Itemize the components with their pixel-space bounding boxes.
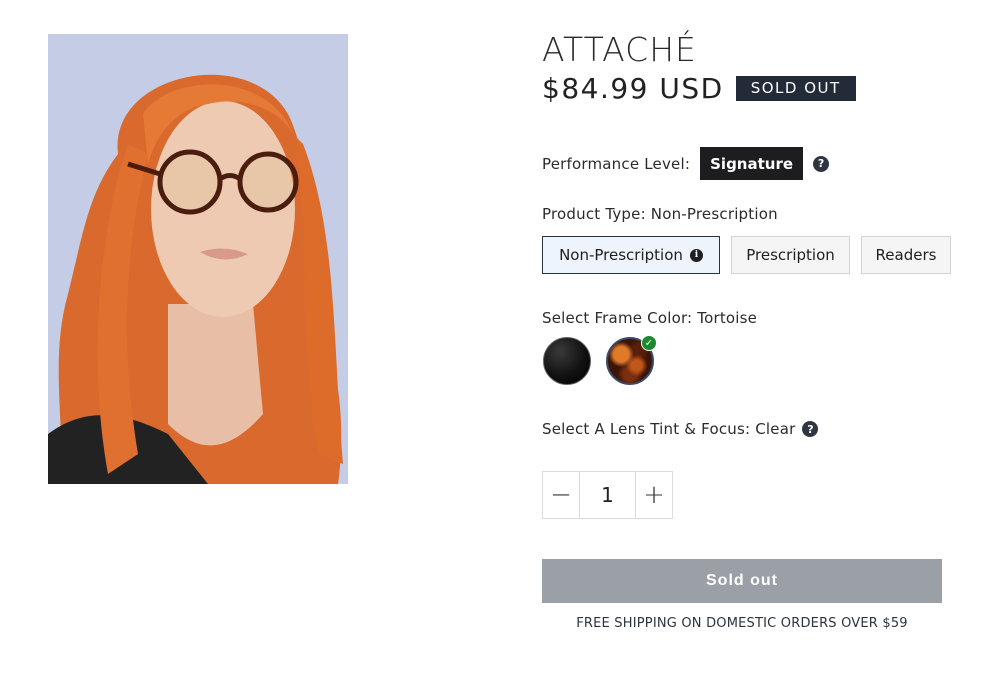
product-photo (48, 34, 348, 484)
product-type-label: Product Type: Non-Prescription (542, 205, 778, 223)
option-prescription[interactable]: Prescription (731, 236, 850, 274)
option-readers[interactable]: Readers (861, 236, 951, 274)
swatch-tortoise[interactable]: ✓ (606, 335, 657, 385)
decrease-quantity-button[interactable]: − (543, 472, 579, 518)
increase-quantity-button[interactable]: + (636, 472, 672, 518)
frame-color-label: Select Frame Color: Tortoise (542, 309, 758, 327)
help-icon[interactable]: ? (802, 421, 819, 437)
option-label: Prescription (746, 246, 835, 264)
performance-level-label: Performance Level: (542, 154, 691, 173)
option-non-prescription[interactable]: Non-Prescription i (542, 236, 720, 274)
check-icon: ✓ (641, 335, 657, 351)
product-price: $84.99 USD (542, 72, 724, 105)
option-label: Readers (875, 246, 937, 264)
quantity-value[interactable]: 1 (579, 472, 636, 518)
sold-out-button[interactable]: Sold out (542, 559, 942, 603)
help-icon[interactable]: ? (813, 155, 830, 172)
info-icon[interactable]: i (689, 248, 703, 262)
swatch-black[interactable] (543, 337, 591, 385)
model-wearing-glasses-image (48, 34, 348, 484)
performance-level-value[interactable]: Signature (700, 147, 804, 180)
quantity-stepper: − 1 + (542, 471, 673, 519)
shipping-note: FREE SHIPPING ON DOMESTIC ORDERS OVER $5… (576, 616, 908, 631)
sold-out-badge: SOLD OUT (735, 76, 856, 101)
price-row: $84.99 USD SOLD OUT (542, 72, 856, 105)
product-type-options: Non-Prescription i Prescription Readers (542, 236, 951, 274)
lens-tint-label: Select A Lens Tint & Focus: Clear (542, 420, 796, 438)
performance-level-row: Performance Level: Signature ? (542, 147, 830, 180)
frame-color-swatches: ✓ (543, 335, 657, 385)
option-label: Non-Prescription (559, 246, 683, 264)
lens-tint-row: Select A Lens Tint & Focus: Clear ? (542, 420, 819, 438)
product-title: ATTACHÉ (542, 30, 697, 69)
